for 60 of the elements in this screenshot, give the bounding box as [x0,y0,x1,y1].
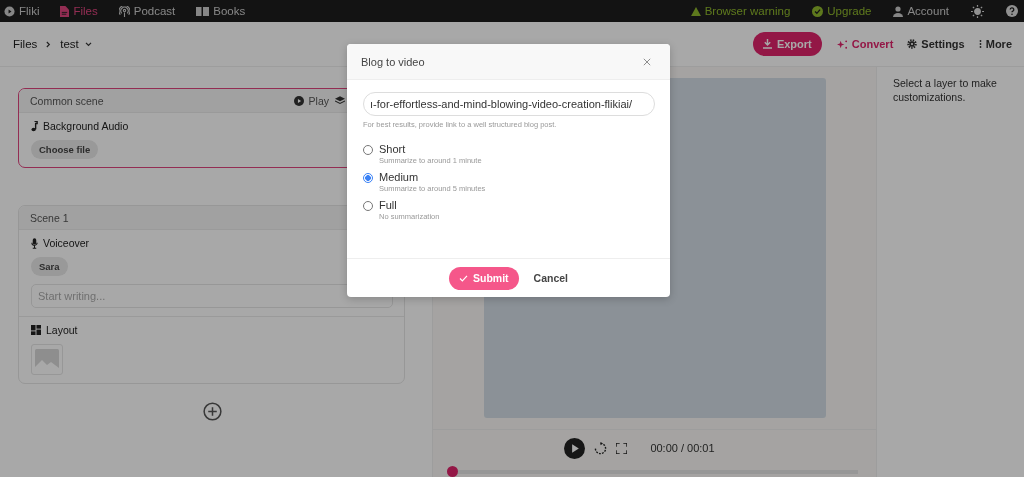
layers-icon[interactable] [335,96,345,105]
close-icon[interactable] [643,57,651,66]
project-dropdown[interactable]: test [60,38,92,50]
settings-button[interactable]: Settings [907,38,965,50]
script-input[interactable]: Start writing... [31,284,393,308]
sparkle-icon [836,38,848,50]
layout-thumbnail[interactable] [31,344,63,375]
nav-tab[interactable]: Books [196,5,246,17]
sun-icon[interactable] [971,4,984,18]
upgrade-link[interactable]: Upgrade [812,5,872,17]
dialog-title: Blog to video [361,55,425,68]
url-input[interactable]: ı-for-effortless-and-mind-blowing-video-creation-flikiai/ [363,92,655,116]
time-display: 00:00 / 00:01 [650,442,715,454]
person-icon [893,5,904,17]
nav-tab[interactable]: Podcast [118,5,176,17]
breadcrumb-link[interactable]: Files [13,38,38,50]
layout-grid-icon [31,325,41,335]
settings-icon [907,39,918,49]
replay-icon[interactable] [594,441,608,455]
play-circle-icon [293,95,304,106]
warning-link[interactable]: Browser warning [690,5,791,17]
help-icon[interactable] [1006,5,1018,17]
download-icon [762,39,772,49]
option-label[interactable]: Full [379,199,440,211]
podcast-icon [118,5,130,17]
voice-chip[interactable]: Sara [31,257,68,276]
fullscreen-icon[interactable] [616,442,628,454]
check-icon [459,274,468,282]
radio-button[interactable] [363,173,373,183]
check-badge-icon [812,5,824,17]
inspector-hint: Select a layer to make customizations. [893,77,998,105]
cancel-button[interactable]: Cancel [533,272,568,284]
more-vertical-icon [978,39,982,49]
microphone-icon [31,237,38,249]
seek-handle[interactable] [447,466,458,477]
export-button[interactable]: Export [752,32,822,56]
section-label: Background Audio [43,120,129,132]
card-title: Common scene [30,94,104,107]
music-note-icon [31,120,38,132]
nav-tab[interactable]: Fliki [4,5,40,17]
convert-button[interactable]: Convert [836,38,894,50]
image-icon [35,348,59,371]
submit-button[interactable]: Submit [449,266,519,290]
account-link[interactable]: Account [893,5,949,17]
choose-file-button[interactable]: Choose file [31,140,99,159]
warning-icon [690,6,701,16]
chevron-right-icon [46,40,52,48]
more-button[interactable]: More [978,38,1012,50]
caret-icon [84,41,92,47]
book-icon [196,5,210,17]
add-circle-icon[interactable] [203,402,222,421]
section-label: Voiceover [43,237,90,249]
play-circle-icon [4,5,15,17]
card-title: Scene 1 [30,211,69,224]
play-button[interactable] [564,437,586,459]
document-icon [60,5,70,17]
play-button[interactable]: Play [293,94,329,107]
section-label: Layout [46,324,78,336]
option-label[interactable]: Short [379,143,482,155]
option-label[interactable]: Medium [379,171,486,183]
